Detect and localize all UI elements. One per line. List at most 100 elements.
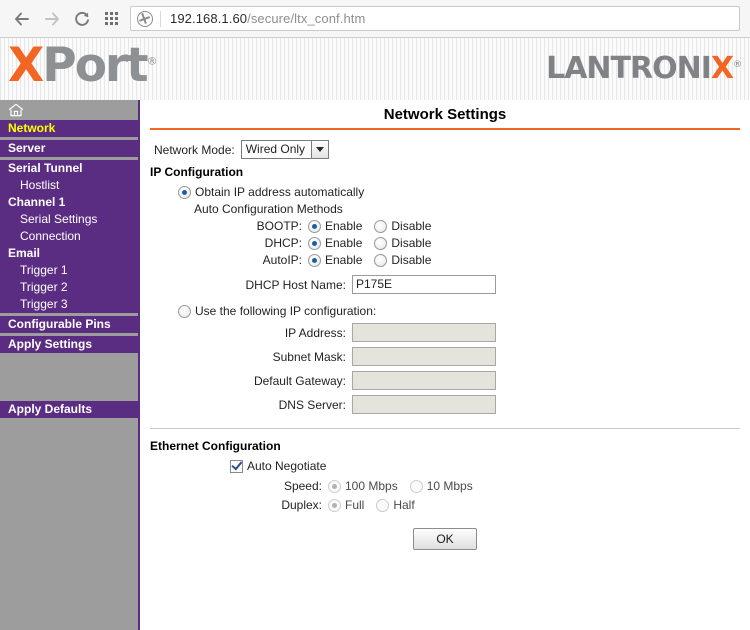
use-static-ip-radio[interactable]: [178, 304, 191, 318]
dns-server-row: DNS Server:: [150, 395, 740, 414]
lantronix-logo-x: X: [710, 51, 734, 86]
default-gateway-label: Default Gateway:: [253, 373, 346, 388]
chevron-down-icon[interactable]: [311, 141, 329, 158]
sidebar-item-hostlist[interactable]: Hostlist: [0, 177, 138, 194]
dhcp-label: DHCP:: [264, 236, 302, 250]
dhcp-host-name-row: DHCP Host Name: P175E: [150, 275, 740, 294]
network-mode-select[interactable]: Wired Only: [240, 140, 330, 159]
site-header-banner: XPort® LANTRONIX®: [0, 38, 750, 100]
default-gateway-input[interactable]: [352, 371, 496, 390]
duplex-full-label: Full: [345, 498, 365, 512]
main-content: Network Settings Network Mode: Wired Onl…: [140, 100, 750, 630]
forward-arrow-icon[interactable]: [38, 5, 66, 33]
xport-logo: XPort®: [8, 42, 158, 89]
dns-server-input[interactable]: [352, 395, 496, 414]
autoip-label: AutoIP:: [262, 253, 302, 267]
sidebar-item-trigger-1[interactable]: Trigger 1: [0, 262, 138, 279]
address-bar[interactable]: 192.168.1.60/secure/ltx_conf.htm: [130, 6, 740, 31]
duplex-half-label: Half: [393, 498, 415, 512]
use-static-ip-label: Use the following IP configuration:: [195, 304, 377, 318]
dhcp-host-name-label: DHCP Host Name:: [245, 277, 346, 292]
speed-label: Speed:: [283, 479, 322, 493]
network-mode-row: Network Mode: Wired Only: [154, 140, 740, 159]
bootp-enable-label: Enable: [325, 219, 363, 233]
speed-row: Speed: 100 Mbps 10 Mbps: [150, 479, 740, 493]
lantronix-registered-mark: ®: [733, 60, 742, 70]
reload-icon[interactable]: [68, 5, 96, 33]
sidebar-item-trigger-2[interactable]: Trigger 2: [0, 279, 138, 296]
ok-button[interactable]: OK: [413, 528, 477, 550]
dhcp-host-name-input[interactable]: P175E: [352, 275, 496, 294]
url-path: /secure/ltx_conf.htm: [247, 11, 366, 26]
speed-100mbps-radio[interactable]: [328, 479, 341, 493]
sidebar-item-serial-settings[interactable]: Serial Settings: [0, 211, 138, 228]
sidebar-home-button[interactable]: [0, 100, 138, 120]
sidebar-item-network[interactable]: Network: [0, 120, 138, 137]
dhcp-disable-radio[interactable]: [374, 236, 388, 250]
bootp-disable-label: Disable: [391, 219, 432, 233]
speed-100mbps-label: 100 Mbps: [345, 479, 398, 493]
network-mode-value: Wired Only: [245, 142, 306, 156]
bootp-enable-radio[interactable]: [308, 219, 321, 233]
sidebar-divider: [0, 353, 138, 401]
use-static-ip-row[interactable]: Use the following IP configuration:: [150, 304, 740, 318]
dhcp-disable-label: Disable: [391, 236, 432, 250]
apps-grid-icon[interactable]: [98, 6, 124, 32]
bootp-row: BOOTP: Enable Disable: [150, 219, 740, 233]
autoip-disable-label: Disable: [391, 253, 432, 267]
lantronix-logo: LANTRONIX®: [546, 54, 742, 84]
sidebar-item-channel-1[interactable]: Channel 1: [0, 194, 138, 211]
default-gateway-row: Default Gateway:: [150, 371, 740, 390]
dhcp-row: DHCP: Enable Disable: [150, 236, 740, 250]
sidebar-item-trigger-3[interactable]: Trigger 3: [0, 296, 138, 313]
dhcp-enable-label: Enable: [325, 236, 363, 250]
auto-negotiate-checkbox[interactable]: [230, 459, 243, 473]
speed-10mbps-radio[interactable]: [409, 479, 423, 493]
sidebar-item-email[interactable]: Email: [0, 245, 138, 262]
sidebar-item-configurable-pins[interactable]: Configurable Pins: [0, 316, 138, 333]
subnet-mask-label: Subnet Mask:: [272, 349, 346, 364]
lantronix-logo-prefix: LANTRONI: [546, 51, 712, 86]
duplex-full-radio[interactable]: [328, 498, 341, 512]
title-underline: [150, 128, 740, 130]
auto-config-methods-row: Auto Configuration Methods: [150, 202, 740, 216]
dns-server-label: DNS Server:: [278, 397, 346, 412]
auto-config-methods-label: Auto Configuration Methods: [194, 202, 343, 216]
xport-registered-mark: ®: [146, 54, 158, 68]
duplex-row: Duplex: Full Half: [150, 498, 740, 512]
sidebar-item-apply-defaults[interactable]: Apply Defaults: [0, 401, 138, 418]
speed-10mbps-label: 10 Mbps: [426, 479, 473, 493]
subnet-mask-input[interactable]: [352, 347, 496, 366]
sidebar-nav: Network Server Serial Tunnel Hostlist Ch…: [0, 100, 140, 630]
section-divider: [150, 428, 740, 429]
page-info-globe-icon[interactable]: [137, 10, 153, 27]
address-bar-text: 192.168.1.60/secure/ltx_conf.htm: [170, 11, 365, 26]
sidebar-item-serial-tunnel[interactable]: Serial Tunnel: [0, 160, 138, 177]
ip-address-input[interactable]: [352, 323, 496, 342]
subnet-mask-row: Subnet Mask:: [150, 347, 740, 366]
autoip-disable-radio[interactable]: [374, 253, 388, 267]
obtain-auto-row[interactable]: Obtain IP address automatically: [150, 185, 740, 199]
sidebar-item-connection[interactable]: Connection: [0, 228, 138, 245]
sidebar-item-apply-settings[interactable]: Apply Settings: [0, 336, 138, 353]
auto-negotiate-label: Auto Negotiate: [247, 459, 327, 473]
duplex-half-radio[interactable]: [376, 498, 390, 512]
network-mode-label: Network Mode:: [154, 142, 235, 157]
sidebar-filler: [0, 418, 138, 522]
page-body: Network Server Serial Tunnel Hostlist Ch…: [0, 100, 750, 630]
ip-address-label: IP Address:: [284, 325, 346, 340]
bootp-disable-radio[interactable]: [374, 219, 388, 233]
auto-negotiate-row[interactable]: Auto Negotiate: [150, 459, 740, 473]
browser-toolbar: 192.168.1.60/secure/ltx_conf.htm: [0, 0, 750, 38]
obtain-ip-auto-radio[interactable]: [178, 185, 191, 199]
back-arrow-icon[interactable]: [8, 5, 36, 33]
bootp-label: BOOTP:: [256, 219, 302, 233]
autoip-enable-label: Enable: [325, 253, 363, 267]
ip-configuration-heading: IP Configuration: [150, 165, 244, 179]
dhcp-enable-radio[interactable]: [308, 236, 321, 250]
autoip-row: AutoIP: Enable Disable: [150, 253, 740, 267]
autoip-enable-radio[interactable]: [308, 253, 321, 267]
xport-logo-name: Port: [42, 38, 148, 93]
sidebar-item-server[interactable]: Server: [0, 140, 138, 157]
home-icon: [8, 103, 24, 117]
